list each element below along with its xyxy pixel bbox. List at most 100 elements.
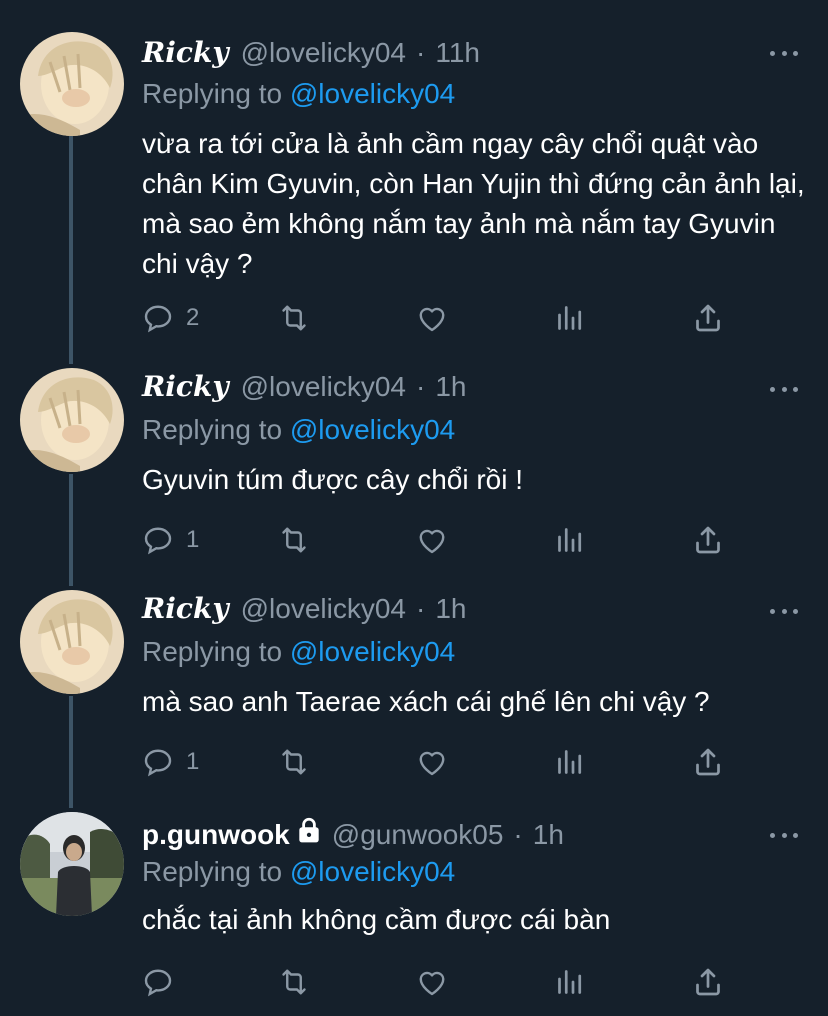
more-icon[interactable]: [770, 830, 798, 840]
user-handle[interactable]: @lovelicky04: [241, 593, 406, 625]
tweet-actions: 1: [140, 742, 740, 782]
analytics-icon: [558, 970, 582, 994]
retweet-icon: [282, 749, 306, 775]
timestamp[interactable]: 1h: [533, 819, 564, 851]
tweet[interactable]: p.gunwook @gunwook05 · 1h Replying to @l…: [0, 808, 828, 1016]
replying-to: Replying to @lovelicky04: [142, 856, 455, 888]
avatar[interactable]: [20, 812, 124, 916]
tweet-text: Gyuvin túm được cây chổi rồi !: [142, 464, 524, 495]
more-icon[interactable]: [770, 384, 798, 394]
display-name[interactable]: Ricky: [142, 592, 229, 625]
share-button[interactable]: [690, 742, 726, 782]
display-name[interactable]: Ricky: [142, 370, 229, 403]
tweet-text: chắc tại ảnh không cầm được cái bàn: [142, 904, 611, 935]
replying-prefix: Replying to: [142, 856, 283, 887]
retweet-icon: [282, 305, 306, 331]
tweet-text: vừa ra tới cửa là ảnh cầm ngay cây chổi …: [142, 128, 805, 279]
avatar[interactable]: [20, 368, 124, 472]
separator-dot: ·: [416, 593, 426, 624]
heart-icon: [419, 751, 445, 776]
mention-link[interactable]: @lovelicky04: [290, 856, 455, 887]
reply-icon: [144, 305, 172, 333]
heart-icon: [419, 971, 445, 996]
retweet-button[interactable]: [276, 520, 312, 560]
tweet-header: Ricky @lovelicky04 · 11h: [142, 36, 480, 70]
separator-dot: ·: [513, 819, 523, 850]
retweet-button[interactable]: [276, 298, 312, 338]
avatar[interactable]: [20, 32, 124, 136]
user-handle[interactable]: @lovelicky04: [241, 371, 406, 403]
replying-to: Replying to @lovelicky04: [142, 78, 455, 110]
share-icon: [696, 304, 720, 332]
display-name[interactable]: p.gunwook: [142, 819, 290, 851]
share-icon: [696, 526, 720, 554]
share-icon: [696, 748, 720, 776]
share-icon: [696, 968, 720, 996]
reply-icon: [144, 527, 172, 555]
lock-icon: [299, 817, 319, 843]
mention-link[interactable]: @lovelicky04: [290, 636, 455, 667]
analytics-button[interactable]: [552, 520, 588, 560]
mention-link[interactable]: @lovelicky04: [290, 414, 455, 445]
more-icon[interactable]: [770, 48, 798, 58]
timestamp[interactable]: 1h: [435, 371, 466, 403]
retweet-icon: [282, 527, 306, 553]
reply-button[interactable]: [140, 962, 186, 1002]
more-icon[interactable]: [770, 606, 798, 616]
analytics-button[interactable]: [552, 742, 588, 782]
share-button[interactable]: [690, 298, 726, 338]
reply-button[interactable]: 1: [140, 520, 199, 560]
tweet[interactable]: Ricky @lovelicky04 · 1h Replying to @lov…: [0, 586, 828, 808]
tweet-header: p.gunwook @gunwook05 · 1h: [142, 816, 564, 850]
replying-prefix: Replying to: [142, 414, 283, 445]
replying-prefix: Replying to: [142, 78, 283, 109]
retweet-icon: [282, 969, 306, 995]
tweet[interactable]: Ricky @lovelicky04 · 11h Replying to @lo…: [0, 0, 828, 364]
like-button[interactable]: [414, 962, 450, 1002]
analytics-icon: [558, 306, 582, 330]
reply-count: 1: [186, 526, 200, 553]
tweet-actions: [140, 962, 740, 1002]
replying-prefix: Replying to: [142, 636, 283, 667]
avatar-outdoor-image: [20, 812, 124, 916]
separator-dot: ·: [416, 37, 426, 68]
tweet[interactable]: Ricky @lovelicky04 · 1h Replying to @lov…: [0, 364, 828, 586]
reply-icon: [144, 749, 172, 777]
retweet-button[interactable]: [276, 962, 312, 1002]
replying-to: Replying to @lovelicky04: [142, 414, 455, 446]
reply-button[interactable]: 1: [140, 742, 199, 782]
tweet-actions: 1: [140, 520, 740, 560]
tweet-header: Ricky @lovelicky04 · 1h: [142, 592, 466, 626]
timestamp[interactable]: 11h: [435, 37, 480, 69]
heart-icon: [419, 529, 445, 554]
share-button[interactable]: [690, 962, 726, 1002]
like-button[interactable]: [414, 520, 450, 560]
tweet-text: mà sao anh Taerae xách cái ghế lên chi v…: [142, 686, 710, 717]
like-button[interactable]: [414, 298, 450, 338]
analytics-button[interactable]: [552, 298, 588, 338]
reply-count: 2: [186, 304, 200, 331]
reply-button[interactable]: 2: [140, 298, 199, 338]
tweet-actions: 2: [140, 298, 740, 338]
display-name[interactable]: Ricky: [142, 36, 229, 69]
reply-count: 1: [186, 748, 200, 775]
avatar[interactable]: [20, 590, 124, 694]
timestamp[interactable]: 1h: [435, 593, 466, 625]
analytics-icon: [558, 528, 582, 552]
replying-to: Replying to @lovelicky04: [142, 636, 455, 668]
separator-dot: ·: [416, 371, 426, 402]
analytics-icon: [558, 750, 582, 774]
like-button[interactable]: [414, 742, 450, 782]
avatar-blond-image: [20, 368, 124, 472]
avatar-blond-image: [20, 590, 124, 694]
tweet-header: Ricky @lovelicky04 · 1h: [142, 370, 466, 404]
mention-link[interactable]: @lovelicky04: [290, 78, 455, 109]
avatar-blond-image: [20, 32, 124, 136]
user-handle[interactable]: @gunwook05: [332, 819, 504, 851]
user-handle[interactable]: @lovelicky04: [241, 37, 406, 69]
analytics-button[interactable]: [552, 962, 588, 1002]
share-button[interactable]: [690, 520, 726, 560]
heart-icon: [419, 307, 445, 332]
retweet-button[interactable]: [276, 742, 312, 782]
reply-icon: [144, 969, 172, 997]
